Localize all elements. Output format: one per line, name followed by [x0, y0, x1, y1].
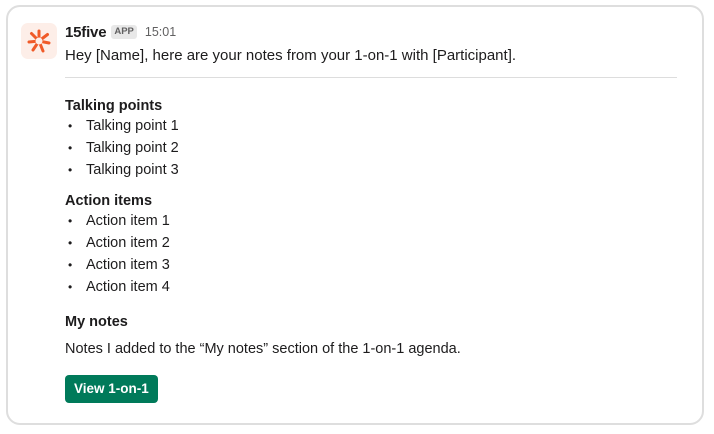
intro-text: Hey [Name], here are your notes from you… [65, 47, 517, 64]
view-1-on-1-button[interactable]: View 1-on-1 [65, 375, 158, 403]
list-item: • Talking point 3 [65, 159, 677, 181]
bullet: • [68, 141, 73, 155]
app-badge: APP [111, 25, 137, 39]
15five-logo-icon [27, 29, 51, 53]
list-item: • Talking point 1 [65, 115, 677, 137]
list-item: • Action item 4 [65, 276, 677, 298]
app-avatar[interactable] [21, 23, 57, 59]
my-notes-heading: My notes [65, 314, 128, 330]
action-items-heading: Action items [65, 193, 153, 209]
bullet: • [68, 280, 73, 294]
divider [65, 77, 677, 78]
list-item-text: Talking point 1 [86, 118, 179, 134]
message-header: 15five APP 15:01 [65, 22, 677, 42]
talking-points-list: • Talking point 1 • Talking point 2 • Talki… [65, 115, 677, 181]
list-item: • Talking point 2 [65, 137, 677, 159]
list-item: • Action item 3 [65, 254, 677, 276]
message-card: 15five APP 15:01 Hey [Name], here are yo… [6, 5, 704, 425]
bullet: • [68, 119, 73, 133]
list-item: • Action item 1 [65, 210, 677, 232]
list-item-text: Action item 3 [86, 257, 170, 273]
list-item-text: Action item 1 [86, 213, 170, 229]
bullet: • [68, 236, 73, 250]
list-item-text: Action item 4 [86, 279, 170, 295]
talking-points-heading: Talking points [65, 98, 163, 114]
list-item-text: Talking point 3 [86, 162, 179, 178]
bullet: • [68, 163, 73, 177]
list-item-text: Action item 2 [86, 235, 170, 251]
bullet: • [68, 214, 73, 228]
list-item: • Action item 2 [65, 232, 677, 254]
app-name[interactable]: 15five [65, 24, 107, 41]
message-timestamp[interactable]: 15:01 [145, 25, 176, 39]
message-content: 15five APP 15:01 Hey [Name], here are yo… [65, 22, 677, 403]
bullet: • [68, 258, 73, 272]
my-notes-text: Notes I added to the “My notes” section … [65, 341, 461, 357]
action-items-list: • Action item 1 • Action item 2 • Action it… [65, 210, 677, 298]
list-item-text: Talking point 2 [86, 140, 179, 156]
